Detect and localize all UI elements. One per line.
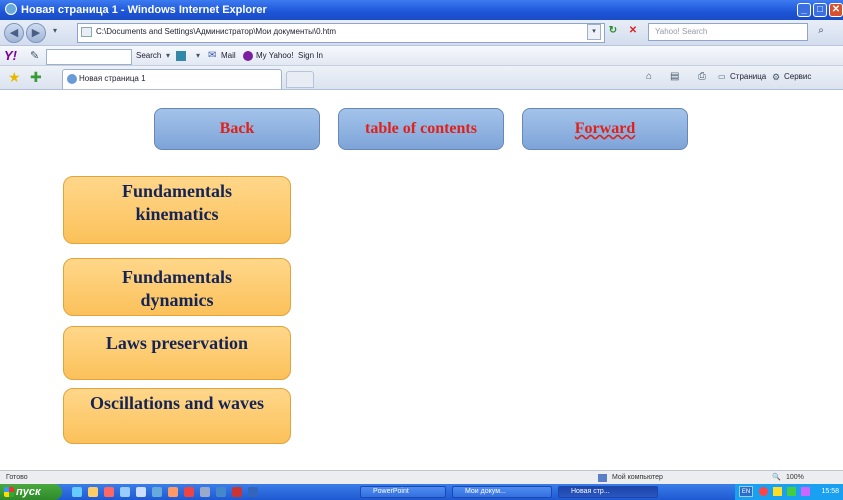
- windows-logo-icon: [4, 487, 14, 497]
- app-quicklaunch-icon[interactable]: [136, 487, 146, 497]
- tray-icon[interactable]: [773, 487, 782, 496]
- window-title: Новая страница 1 - Windows Internet Expl…: [21, 4, 267, 16]
- clock: 15:58: [821, 488, 839, 495]
- back-button[interactable]: Back: [154, 108, 320, 150]
- home-icon[interactable]: ⌂: [646, 71, 652, 82]
- folder-quicklaunch-icon[interactable]: [88, 487, 98, 497]
- tray-icon[interactable]: [801, 487, 810, 496]
- new-tab-button[interactable]: [286, 71, 314, 88]
- app-quicklaunch-icon[interactable]: [248, 487, 258, 497]
- tools-menu[interactable]: Сервис: [784, 72, 811, 81]
- address-field[interactable]: C:\Documents and Settings\Администратор\…: [77, 23, 605, 43]
- forward-nav-button[interactable]: ▶: [26, 23, 46, 43]
- stop-icon[interactable]: ✕: [625, 24, 641, 40]
- yahoo-toolbar-search-field[interactable]: [46, 49, 132, 65]
- taskbar-item-ie-page[interactable]: Новая стр...: [558, 486, 658, 498]
- ie-page-icon: [67, 74, 77, 84]
- page-menu[interactable]: Страница: [730, 72, 766, 81]
- maximize-button[interactable]: □: [813, 3, 827, 17]
- zoom-level[interactable]: 100%: [786, 471, 804, 485]
- taskbar-item-powerpoint[interactable]: PowerPoint: [360, 486, 446, 498]
- taskbar: пуск PowerPoint Мои докум... Новая стр..…: [0, 484, 843, 500]
- topic-laws-button[interactable]: Laws preservation: [63, 326, 291, 380]
- search-icon[interactable]: ⌕: [812, 24, 830, 40]
- tray-icon[interactable]: [759, 487, 768, 496]
- status-text: Готово: [6, 474, 28, 481]
- topic-kinematics-button[interactable]: Fundamentals kinematics: [63, 176, 291, 244]
- ie-quicklaunch-icon[interactable]: [72, 487, 82, 497]
- print-icon[interactable]: ⎙: [698, 71, 706, 82]
- yahoo-search-input[interactable]: Yahoo! Search: [648, 23, 808, 41]
- app-quicklaunch-icon[interactable]: [200, 487, 210, 497]
- chevron-down-icon[interactable]: ▾: [196, 46, 200, 66]
- refresh-icon[interactable]: ↻: [605, 24, 621, 40]
- close-button[interactable]: ✕: [829, 3, 843, 17]
- desktop-quicklaunch-icon[interactable]: [120, 487, 130, 497]
- system-tray: EN 15:58: [735, 484, 843, 500]
- feeds-icon[interactable]: ▤: [670, 71, 679, 82]
- recent-pages-icon[interactable]: ▾: [50, 24, 60, 40]
- address-row: ◀ ▶ ▾ C:\Documents and Settings\Админист…: [0, 20, 843, 46]
- page-icon: ▭: [718, 72, 726, 81]
- page-icon: [81, 27, 92, 37]
- address-dropdown-icon[interactable]: ▾: [587, 24, 601, 40]
- browser-tab[interactable]: Новая страница 1: [62, 69, 282, 89]
- search-button[interactable]: Search: [136, 46, 161, 66]
- app-quicklaunch-icon[interactable]: [152, 487, 162, 497]
- mail-button[interactable]: Mail: [221, 46, 236, 66]
- computer-icon: [598, 474, 607, 482]
- topic-oscillations-button[interactable]: Oscillations and waves: [63, 388, 291, 444]
- favorites-star-icon[interactable]: ★: [8, 69, 21, 86]
- minimize-button[interactable]: _: [797, 3, 811, 17]
- topic-dynamics-button[interactable]: Fundamentals dynamics: [63, 258, 291, 316]
- start-button[interactable]: пуск: [0, 484, 62, 500]
- myyahoo-button[interactable]: My Yahoo!: [256, 46, 294, 66]
- pencil-icon[interactable]: ✎: [30, 46, 39, 66]
- options-icon[interactable]: [176, 51, 186, 61]
- app-quicklaunch-icon[interactable]: [168, 487, 178, 497]
- back-nav-button[interactable]: ◀: [4, 23, 24, 43]
- app-quicklaunch-icon[interactable]: [232, 487, 242, 497]
- media-quicklaunch-icon[interactable]: [104, 487, 114, 497]
- tools-gear-icon: ⚙: [772, 72, 781, 82]
- ie-logo-icon: [5, 3, 17, 15]
- zone-text: Мой компьютер: [612, 474, 663, 481]
- forward-button[interactable]: Forward: [522, 108, 688, 150]
- chevron-down-icon[interactable]: ▾: [166, 46, 170, 66]
- zoom-icon: 🔍: [772, 474, 781, 481]
- add-favorite-icon[interactable]: ✚: [30, 69, 42, 86]
- mail-icon: ✉: [208, 50, 217, 61]
- tab-row: ★ ✚ Новая страница 1 ⌂ ▤ ⎙ ▭ Страница ⚙ …: [0, 66, 843, 90]
- window-title-bar: Новая страница 1 - Windows Internet Expl…: [0, 0, 843, 20]
- table-of-contents-button[interactable]: table of contents: [338, 108, 504, 150]
- signin-button[interactable]: Sign In: [298, 46, 323, 66]
- tray-icon[interactable]: [787, 487, 796, 496]
- language-indicator[interactable]: EN: [739, 486, 753, 497]
- app-quicklaunch-icon[interactable]: [216, 487, 226, 497]
- yahoo-toolbar: Y! ✎ Search ▾ ▾ ✉ Mail My Yahoo! Sign In: [0, 46, 843, 66]
- myyahoo-icon: [243, 51, 253, 61]
- status-bar: Готово Мой компьютер 🔍 100%: [0, 470, 843, 484]
- taskbar-item-documents[interactable]: Мои докум...: [452, 486, 552, 498]
- app-quicklaunch-icon[interactable]: [184, 487, 194, 497]
- yahoo-logo[interactable]: Y!: [4, 46, 17, 66]
